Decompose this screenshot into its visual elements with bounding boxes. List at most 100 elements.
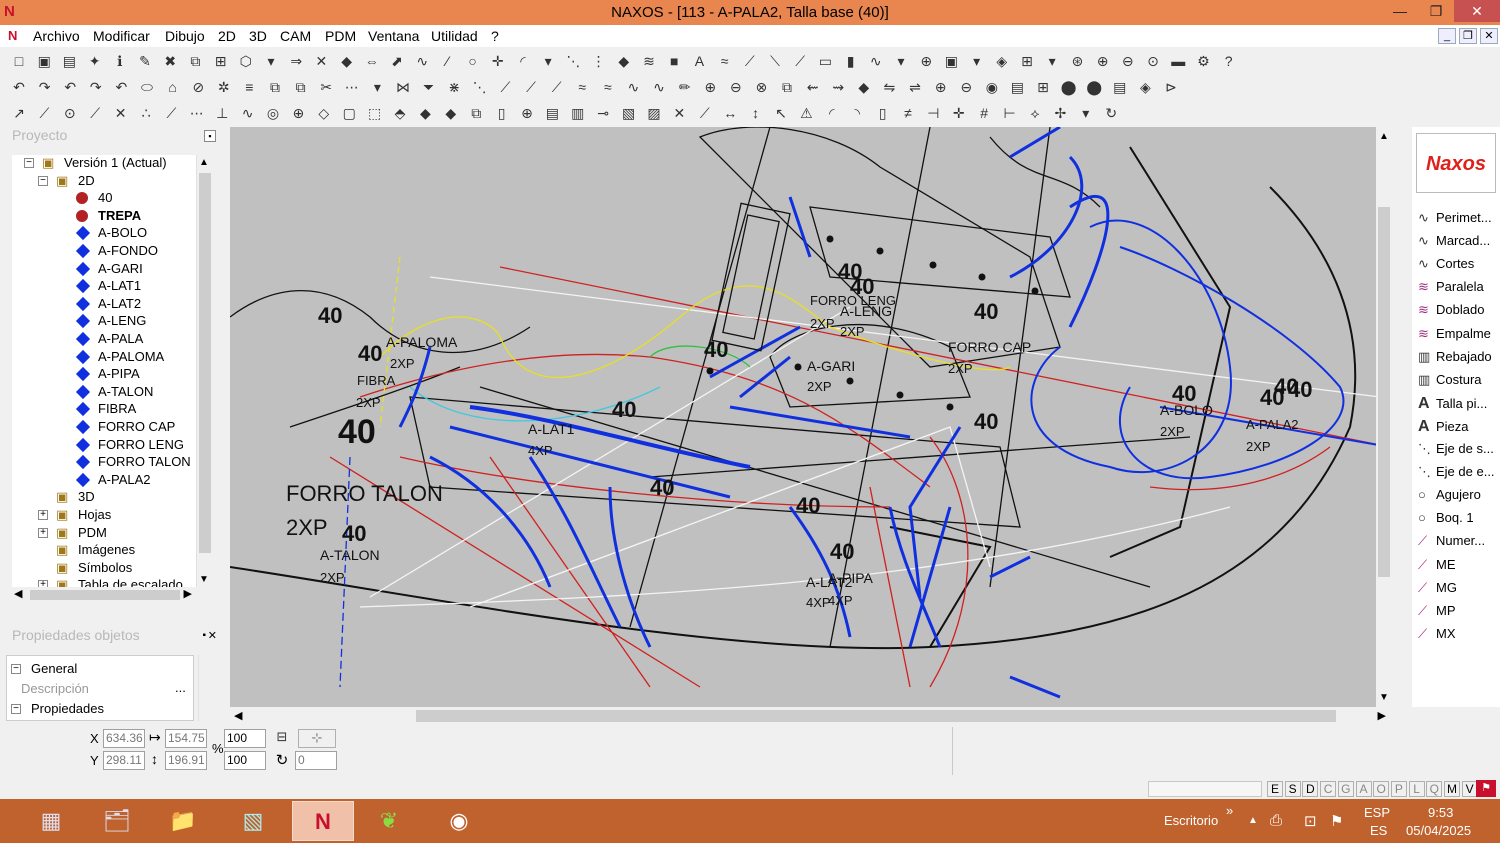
clock-date[interactable]: 05/04/2025 [1406,823,1471,838]
tree-expander-icon[interactable]: + [38,580,48,587]
toolbar-tool-icon[interactable]: ⊕ [289,104,307,122]
toolbar-tool-icon[interactable]: ↕ [747,104,765,122]
scroll-up-icon[interactable]: ▲ [1379,131,1389,142]
toolbar-tool-icon[interactable]: ⊛ [1068,52,1086,70]
toolbar-tool-icon[interactable]: ◉ [983,78,1001,96]
toolbar-tool-icon[interactable]: ⊥ [213,104,231,122]
tree-expander-icon[interactable]: − [38,175,48,186]
scroll-down-icon[interactable]: ▼ [1379,692,1389,703]
toolbar-tool-icon[interactable]: ≈ [716,52,734,70]
collapse-icon[interactable]: − [11,664,21,674]
design-app-icon[interactable]: ❦ [358,801,420,841]
snap-mode-key[interactable]: D [1302,781,1319,797]
tray-overflow-icon[interactable]: ▲ [1248,815,1258,826]
toolbar-tool-icon[interactable]: ⧉ [292,78,310,96]
toolbar-tool-icon[interactable]: # [975,104,993,122]
toolbar-tool-icon[interactable]: ⊕ [917,52,935,70]
calculator-icon[interactable]: ▦ [20,801,82,841]
menu-help[interactable]: ? [491,28,499,44]
toolbar-tool-icon[interactable]: ⟋ [35,104,53,122]
toolbar-tool-icon[interactable]: ◈ [1136,78,1154,96]
toolbar-tool-icon[interactable]: ✕ [112,104,130,122]
toolbar-tool-icon[interactable]: ≈ [599,78,617,96]
printer-icon[interactable]: ⎙ [1270,812,1282,829]
toolbar-tool-icon[interactable]: ↶ [10,78,28,96]
toolbar-tool-icon[interactable]: ▤ [60,52,78,70]
right-tool-item[interactable]: ≋ Doblado [1418,302,1484,324]
toolbar-tool-icon[interactable]: ⬤ [1060,78,1078,96]
menu-2d[interactable]: 2D [218,28,236,44]
toolbar-tool-icon[interactable]: ↻ [1102,104,1120,122]
toolbar-tool-icon[interactable]: ▾ [892,52,910,70]
toolbar-tool-icon[interactable]: ⁄ [438,52,456,70]
scroll-right-icon[interactable]: ▶ [184,587,192,600]
toolbar-tool-icon[interactable]: ⊸ [594,104,612,122]
toolbar-tool-icon[interactable]: ⊙ [61,104,79,122]
toolbar-tool-icon[interactable]: ⊗ [752,78,770,96]
toolbar-tool-icon[interactable]: ⊖ [1119,52,1137,70]
mdi-restore-button[interactable]: ❐ [1459,28,1477,44]
toolbar-tool-icon[interactable]: ▬ [1169,52,1187,70]
toolbar-tool-icon[interactable]: ▣ [35,52,53,70]
props-descripcion-row[interactable]: Descripción ... [9,680,195,698]
toolbar-tool-icon[interactable]: ? [1220,52,1238,70]
toolbar-tool-icon[interactable]: ↶ [112,78,130,96]
menu-dibujo[interactable]: Dibujo [165,28,205,44]
rotate-icon[interactable]: ↻ [272,751,292,770]
toolbar-tool-icon[interactable]: ◝ [848,104,866,122]
toolbar-tool-icon[interactable]: ⟡ [1026,104,1044,122]
toolbar-tool-icon[interactable]: ◆ [338,52,356,70]
right-tool-item[interactable]: ⟋ ME [1418,557,1456,579]
mdi-close-button[interactable]: ✕ [1480,28,1498,44]
toolbar-tool-icon[interactable]: □ [10,52,28,70]
toolbar-tool-icon[interactable]: ▢ [340,104,358,122]
toolbar-tool-icon[interactable]: ⇔ [363,52,381,70]
height-field[interactable]: 196.91 [165,751,207,770]
snap-mode-key[interactable]: M [1444,781,1460,797]
right-tool-item[interactable]: ⟋ MG [1418,580,1457,602]
toolbar-tool-icon[interactable]: ⧉ [778,78,796,96]
toolbar-tool-icon[interactable]: ⋈ [394,78,412,96]
toolbar-tool-icon[interactable]: ∿ [239,104,257,122]
toolbar-tool-icon[interactable]: ✛ [950,104,968,122]
toolbar-tool-icon[interactable]: ▯ [874,104,892,122]
menu-3d[interactable]: 3D [249,28,267,44]
toolbar-tool-icon[interactable]: ⋇ [445,78,463,96]
snap-mode-key[interactable]: E [1267,781,1283,797]
toolbar-tool-icon[interactable]: ∿ [867,52,885,70]
move-origin-button-icon[interactable]: ⊹ [298,729,336,748]
toolbar-tool-icon[interactable]: ⊙ [1144,52,1162,70]
canvas-horizontal-scrollbar[interactable]: ◀ ▶ [230,707,1392,725]
toolbar-tool-icon[interactable]: ⧉ [266,78,284,96]
toolbar-tool-icon[interactable]: ✲ [215,78,233,96]
toolbar-tool-icon[interactable]: ∴ [137,104,155,122]
toolbar-tool-icon[interactable]: ▾ [262,52,280,70]
toolbar-tool-icon[interactable]: ✎ [136,52,154,70]
toolbar-tool-icon[interactable]: ∿ [624,78,642,96]
toolbar-tool-icon[interactable]: ⊖ [727,78,745,96]
toolbar-tool-icon[interactable]: ℹ [111,52,129,70]
right-tool-item[interactable]: ∿ Perimet... [1418,210,1492,232]
toolbar-tool-icon[interactable]: ↷ [36,78,54,96]
scroll-down-icon[interactable]: ▼ [199,574,209,585]
canvas-v-thumb[interactable] [1378,207,1390,577]
toolbar-tool-icon[interactable]: ▾ [368,78,386,96]
toolbar-tool-icon[interactable]: ⊖ [957,78,975,96]
right-tool-item[interactable]: ⋱ Eje de e... [1418,464,1495,486]
minimize-button[interactable]: — [1382,0,1418,22]
toolbar-tool-icon[interactable]: ⇒ [287,52,305,70]
drawing-canvas[interactable]: 40 A-PALOMA 40 2XP FIBRA 2XP 40 A-LAT1 4XP 40 FORR… [230,127,1392,707]
tree-horizontal-scrollbar[interactable]: ◀ ▶ [12,587,212,603]
menu-archivo[interactable]: Archivo [33,28,80,44]
network-icon[interactable]: ⊡ [1304,812,1317,830]
toolbar-tool-icon[interactable]: ◜ [823,104,841,122]
toolbar-tool-icon[interactable]: ⋱ [471,78,489,96]
close-button[interactable]: ✕ [1454,0,1500,22]
toolbar-tool-icon[interactable]: ⧉ [467,104,485,122]
toolbar-tool-icon[interactable]: ▥ [569,104,587,122]
toolbar-tool-icon[interactable]: ⬈ [388,52,406,70]
toolbar-tool-icon[interactable]: ≋ [640,52,658,70]
ellipsis-button[interactable]: ... [175,680,186,695]
x-coordinate-field[interactable]: 634.36 [103,729,145,748]
toolbar-tool-icon[interactable]: ▾ [968,52,986,70]
